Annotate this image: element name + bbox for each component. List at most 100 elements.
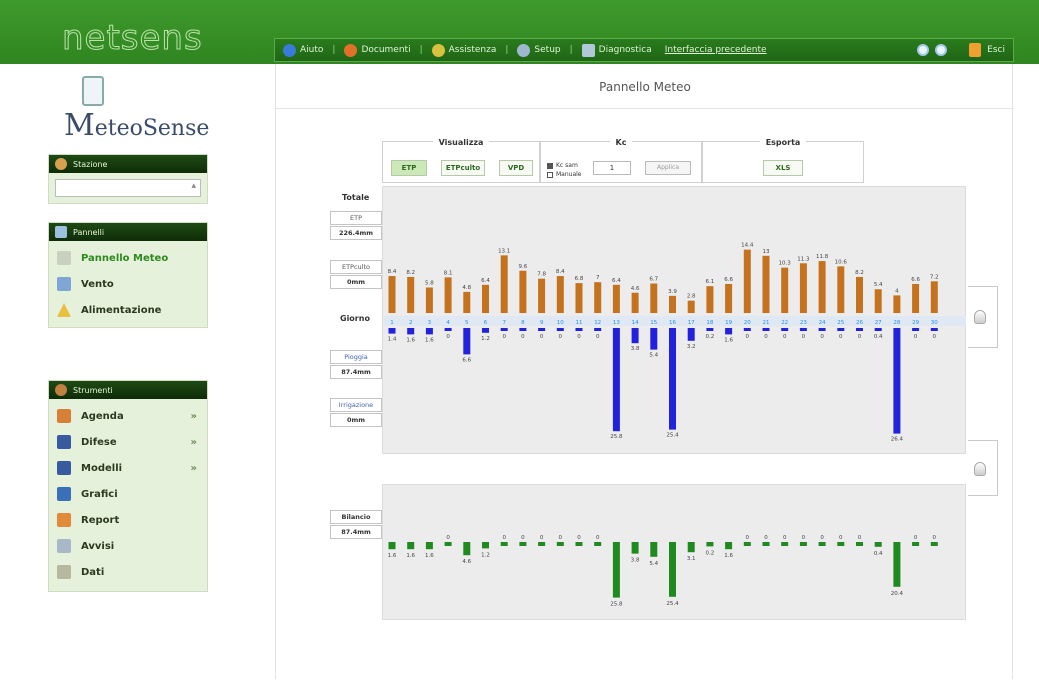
etp-bar [444,277,452,313]
day-tick-label: 15 [650,320,657,326]
balance-baseline-mark [463,542,471,546]
etp-bar [912,283,920,313]
etp-bar-value: 9.6 [519,264,528,270]
day-tick-label: 14 [632,320,639,326]
tools-icon [517,43,531,57]
etp-bar-value: 8.2 [855,270,864,276]
balance-bar-value: 0 [559,535,563,541]
expand-arrow-icon: » [190,410,197,422]
day-tick-label: 26 [856,320,863,326]
rain-bar-value: 0 [858,334,862,340]
balance-baseline-mark [706,542,714,546]
rain-bar-value: 0 [596,334,600,340]
rain-bar [912,328,920,331]
etp-bar-value: 8.4 [556,269,565,275]
rain-bar-value: 1.6 [724,337,733,343]
diagnostics-icon [581,43,595,57]
etp-bar [519,270,527,313]
sidebar-item-avvisi[interactable]: Avvisi [49,533,207,559]
day-tick-label: 4 [446,320,450,326]
menu-documents[interactable]: Documenti [344,43,411,57]
weather-bar-chart: 8.418.225.838.144.856.4613.179.687.898.4… [384,243,966,608]
exit-label[interactable]: Esci [987,45,1005,55]
rain-bar [500,328,508,331]
zoom-out-icon[interactable] [935,44,948,56]
shield-icon [57,435,71,449]
balance-bar-value: 0 [502,535,506,541]
sidebar-item-vento[interactable]: Vento [49,271,207,297]
rain-bar-value: 0 [764,334,768,340]
etp-bar [388,276,396,313]
balance-bar [893,546,901,587]
balance-baseline-mark [407,542,415,546]
panels-panel: Pannelli Pannello Meteo Vento Alimentazi… [48,222,208,328]
sidebar-item-modelli[interactable]: Modelli » [49,455,207,481]
rain-bar-value: 0 [802,334,806,340]
balance-baseline-mark [799,542,807,546]
sidebar-item-agenda[interactable]: Agenda » [49,403,207,429]
balance-bar-value: 0 [521,535,525,541]
balance-bar [388,546,396,550]
balance-baseline-mark [444,542,452,546]
rain-bar [687,328,695,341]
station-panel-title: Stazione [73,159,108,169]
balance-bar-value: 0.2 [706,550,715,556]
rain-bar-value: 0 [559,334,563,340]
etp-bar-value: 5.4 [874,282,883,288]
day-tick-label: 24 [819,320,826,326]
balance-bar-value: 0 [783,535,787,541]
etp-bar [482,284,489,313]
rain-bar [556,328,564,331]
sidebar-item-label: Alimentazione [81,304,162,316]
sidebar-item-dati[interactable]: Dati [49,559,207,585]
rain-bar [930,328,938,331]
etp-bar-value: 6.4 [612,278,621,284]
etp-bar [893,295,901,313]
balance-baseline-mark [930,542,938,546]
exit-icon[interactable] [969,43,982,57]
rain-bar [444,328,452,331]
day-tick-label: 23 [800,320,807,326]
sidebar-item-grafici[interactable]: Grafici [49,481,207,507]
menu-documents-label: Documenti [361,45,411,55]
sidebar-item-difese[interactable]: Difese » [49,429,207,455]
etp-bar-value: 3.9 [668,289,677,295]
menu-help[interactable]: Aiuto [283,43,323,57]
menu-support[interactable]: Assistenza [431,43,496,57]
etp-bar-value: 8.4 [388,269,397,275]
etp-bar-value: 7.8 [537,272,546,278]
balance-baseline-mark [612,542,620,546]
logo-initial: M [64,108,95,143]
rain-bar-value: 26.4 [891,437,904,443]
menu-separator: | [332,45,336,55]
etp-bar-value: 8.1 [444,270,453,276]
sidebar-item-report[interactable]: Report [49,507,207,533]
rain-bar [762,328,770,331]
balance-baseline-mark [594,542,602,546]
expand-arrow-icon: » [190,462,197,474]
rain-bar [799,328,807,331]
balance-bar [725,546,733,550]
rain-bar [706,328,714,331]
etp-bar [463,291,471,313]
balance-bar-value: 0 [839,535,843,541]
zoom-in-icon[interactable] [917,44,930,56]
menu-diagnostics[interactable]: Diagnostica [581,43,652,57]
rain-bar [425,328,433,335]
sidebar-item-alimentazione[interactable]: Alimentazione [49,297,207,323]
station-select[interactable] [55,179,201,197]
etp-bar [725,283,733,313]
balance-bar-value: 4.6 [462,559,471,565]
sidebar-item-label: Difese [81,436,117,448]
etp-bar-value: 4 [895,288,899,294]
etp-bar-value: 6.1 [706,279,715,285]
top-header: netsens Aiuto | Documenti | Assistenza |… [0,0,1039,64]
previous-interface-link[interactable]: Interfaccia precedente [665,45,767,55]
day-tick-label: 22 [781,320,788,326]
menu-setup[interactable]: Setup [517,43,561,57]
sidebar-item-pannello-meteo[interactable]: Pannello Meteo [49,245,207,271]
etp-bar-value: 14.4 [741,243,754,249]
logo-word: eteoSense [94,116,210,141]
day-tick-label: 21 [763,320,770,326]
etp-bar-value: 2.8 [687,294,696,300]
